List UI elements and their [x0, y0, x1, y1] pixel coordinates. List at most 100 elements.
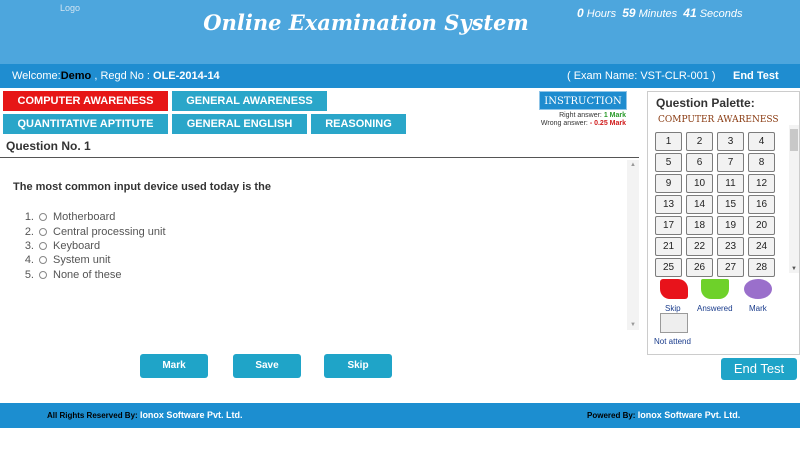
option-number: 1. [24, 211, 34, 223]
palette-question-button[interactable]: 6 [686, 153, 713, 172]
user-name: Demo [60, 70, 92, 82]
tab-quantitative-aptitude[interactable]: QUANTITATIVE APTITUTE [3, 114, 168, 134]
wrong-answer-label: Wrong answer: [540, 120, 588, 127]
divider [0, 157, 639, 158]
timer-seconds-label: Seconds [699, 8, 743, 20]
radio-button[interactable] [39, 271, 47, 279]
palette-scrollbar[interactable]: ▼ [789, 125, 799, 273]
mark-button[interactable]: Mark [140, 354, 208, 378]
footer-left-company: Ionox Software Pvt. Ltd. [139, 410, 243, 420]
palette-question-button[interactable]: 15 [717, 195, 744, 214]
option-5[interactable]: 5. None of these [22, 269, 122, 281]
save-button[interactable]: Save [233, 354, 301, 378]
option-1[interactable]: 1. Motherboard [22, 211, 116, 223]
timer-hours: 0 [577, 6, 584, 20]
palette-question-button[interactable]: 1 [655, 132, 682, 151]
option-number: 5. [24, 269, 34, 281]
palette-section-label: COMPUTER AWARENESS [658, 115, 779, 125]
radio-button[interactable] [39, 242, 47, 250]
option-number: 4. [24, 254, 34, 266]
option-2[interactable]: 2. Central processing unit [22, 226, 166, 238]
timer-minutes: 59 [622, 6, 636, 20]
info-bar: Welcome:Demo , Regd No : OLE-2014-14 ( E… [0, 64, 800, 88]
footer-bar: All Rights Reserved By: Ionox Software P… [0, 403, 800, 428]
palette-question-button[interactable]: 11 [717, 174, 744, 193]
footer-copyright: All Rights Reserved By: Ionox Software P… [47, 410, 242, 420]
scroll-up-icon[interactable]: ▲ [630, 162, 636, 168]
skip-button[interactable]: Skip [324, 354, 392, 378]
right-answer-value: 1 Mark [603, 112, 626, 119]
palette-question-button[interactable]: 14 [686, 195, 713, 214]
option-label: System unit [53, 254, 111, 266]
radio-button[interactable] [39, 213, 47, 221]
palette-question-button[interactable]: 20 [748, 216, 775, 235]
end-test-button[interactable]: End Test [721, 358, 797, 380]
right-answer-label: Right answer: [559, 112, 602, 119]
end-test-link[interactable]: End Test [733, 70, 779, 82]
palette-question-button[interactable]: 7 [717, 153, 744, 172]
palette-question-button[interactable]: 28 [748, 258, 775, 277]
regd-number: OLE-2014-14 [153, 70, 220, 82]
instruction-button[interactable]: INSTRUCTION [539, 91, 627, 110]
timer-seconds: 41 [683, 6, 697, 20]
question-scrollbar[interactable]: ▲ ▼ [627, 160, 639, 330]
exam-name: ( Exam Name: VST-CLR-001 ) [567, 70, 716, 82]
tab-general-english[interactable]: GENERAL ENGLISH [172, 114, 307, 134]
palette-question-button[interactable]: 5 [655, 153, 682, 172]
option-label: Central processing unit [53, 226, 166, 238]
palette-question-button[interactable]: 10 [686, 174, 713, 193]
palette-question-button[interactable]: 19 [717, 216, 744, 235]
palette-title: Question Palette: [656, 96, 755, 110]
not-attend-legend-label: Not attend [654, 337, 691, 346]
option-4[interactable]: 4. System unit [22, 254, 111, 266]
palette-question-button[interactable]: 2 [686, 132, 713, 151]
option-label: Keyboard [53, 240, 101, 252]
palette-question-button[interactable]: 27 [717, 258, 744, 277]
skip-legend-label: Skip [665, 304, 681, 313]
mark-legend-label: Mark [749, 304, 767, 313]
palette-question-button[interactable]: 17 [655, 216, 682, 235]
palette-question-button[interactable]: 25 [655, 258, 682, 277]
palette-question-button[interactable]: 8 [748, 153, 775, 172]
scroll-down-icon[interactable]: ▼ [630, 322, 636, 328]
option-label: Motherboard [53, 211, 116, 223]
scroll-down-icon[interactable]: ▼ [791, 266, 797, 272]
palette-question-button[interactable]: 21 [655, 237, 682, 256]
palette-question-button[interactable]: 16 [748, 195, 775, 214]
question-text: The most common input device used today … [13, 181, 271, 193]
welcome-label: Welcome: [12, 70, 61, 82]
tab-reasoning[interactable]: REASONING [311, 114, 406, 134]
footer-powered-by: Powered By: Ionox Software Pvt. Ltd. [587, 410, 740, 420]
header-bar: Logo Online Examination System 0 Hours 5… [0, 0, 800, 64]
footer-left-label: All Rights Reserved By: [47, 411, 138, 420]
palette-question-button[interactable]: 12 [748, 174, 775, 193]
palette-question-button[interactable]: 9 [655, 174, 682, 193]
countdown-timer: 0 Hours 59 Minutes 41 Seconds [577, 6, 743, 20]
option-3[interactable]: 3. Keyboard [22, 240, 100, 252]
footer-right-company: Ionox Software Pvt. Ltd. [637, 410, 741, 420]
status-legend: Skip Answered Mark Not attend [651, 279, 800, 349]
palette-question-button[interactable]: 24 [748, 237, 775, 256]
radio-button[interactable] [39, 256, 47, 264]
footer-right-label: Powered By: [587, 411, 636, 420]
scroll-thumb[interactable] [790, 129, 798, 151]
palette-question-button[interactable]: 13 [655, 195, 682, 214]
answered-legend-label: Answered [697, 304, 733, 313]
question-number: Question No. 1 [6, 139, 91, 153]
welcome-text: Welcome:Demo , Regd No : OLE-2014-14 [12, 70, 220, 82]
palette-question-button[interactable]: 22 [686, 237, 713, 256]
option-number: 3. [24, 240, 34, 252]
tab-computer-awareness[interactable]: COMPUTER AWARENESS [3, 91, 168, 111]
option-number: 2. [24, 226, 34, 238]
timer-hours-label: Hours [586, 8, 617, 20]
palette-question-button[interactable]: 26 [686, 258, 713, 277]
palette-question-button[interactable]: 18 [686, 216, 713, 235]
tab-general-awareness[interactable]: GENERAL AWARENESS [172, 91, 327, 111]
wrong-answer-value: - 0.25 Mark [589, 120, 626, 127]
palette-question-button[interactable]: 23 [717, 237, 744, 256]
palette-question-button[interactable]: 4 [748, 132, 775, 151]
regd-label: , Regd No : [94, 70, 150, 82]
palette-question-button[interactable]: 3 [717, 132, 744, 151]
radio-button[interactable] [39, 228, 47, 236]
mark-legend-icon [744, 279, 772, 299]
